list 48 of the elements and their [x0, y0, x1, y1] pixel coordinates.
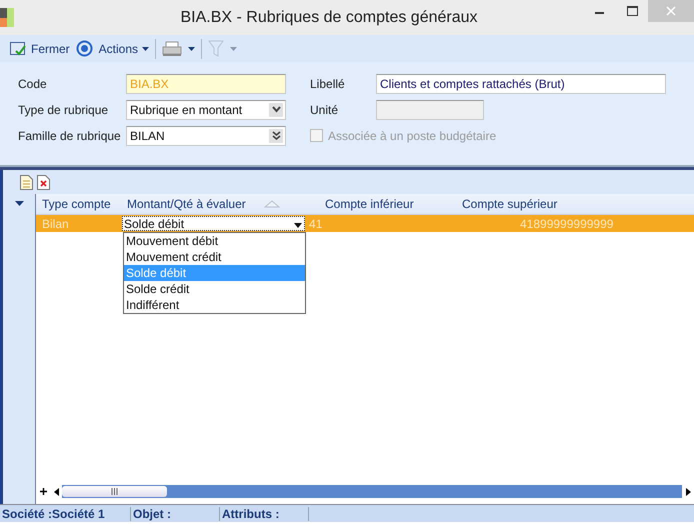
row-selector-caret-icon — [14, 201, 24, 206]
input-field[interactable]: Clients et comptes rattachés (Brut) — [376, 74, 666, 94]
column-header[interactable]: Compte supérieur — [462, 197, 558, 211]
new-document-icon[interactable] — [20, 174, 33, 190]
table-row[interactable]: Bilan Solde débit 41 41899999999999 — [36, 215, 694, 232]
scroll-right-icon[interactable] — [686, 488, 690, 496]
column-header[interactable]: Type compte — [42, 197, 111, 211]
actions-menu[interactable]: Actions — [98, 42, 150, 56]
app-icon — [0, 8, 14, 27]
field-label: Type de rubrique — [18, 102, 110, 116]
field-label: Famille de rubrique — [18, 128, 122, 142]
horizontal-scrollbar[interactable] — [36, 485, 694, 498]
status-text: Société :Société 1 — [0, 506, 131, 520]
dropdown-option[interactable]: Mouvement crédit — [124, 249, 305, 265]
status-text: Objet : — [131, 506, 220, 520]
dropdown-field[interactable]: BILAN — [126, 126, 286, 146]
caret-icon — [294, 222, 302, 228]
dropdown-option[interactable]: Mouvement débit — [124, 233, 305, 249]
table-cell: Bilan — [42, 216, 69, 230]
column-header[interactable]: Compte inférieur — [325, 197, 414, 211]
radio-target-icon[interactable] — [76, 40, 93, 57]
window-check-icon — [10, 40, 27, 56]
close-button[interactable]: Fermer — [10, 40, 70, 56]
table-cell-text: 41 — [308, 216, 322, 230]
chevron-down-icon — [272, 105, 280, 114]
dropdown-option[interactable]: Solde crédit — [124, 281, 305, 297]
dropdown-field[interactable]: Solde débit — [122, 216, 305, 231]
window-title: BIA.BX - Rubriques de comptes généraux — [179, 8, 479, 26]
double-chevron-down-icon — [272, 131, 280, 140]
field-label: Code — [18, 76, 48, 90]
scroll-left-icon[interactable] — [54, 488, 58, 496]
field-label: Libellé — [310, 76, 346, 90]
field-label: Unité — [310, 102, 340, 116]
close-icon — [666, 6, 676, 16]
grip-icon — [111, 488, 118, 495]
caret-icon — [142, 46, 150, 50]
caret-icon[interactable] — [188, 46, 196, 50]
input-field[interactable] — [376, 100, 484, 120]
maximize-icon — [626, 6, 638, 16]
dropdown-field[interactable]: Rubrique en montant — [126, 100, 286, 120]
plus-icon — [40, 488, 46, 495]
status-text: Attributs : — [220, 506, 309, 520]
checkbox-label: Associée à un poste budgétaire — [328, 128, 496, 142]
table-cell-text: 41899999999999 — [519, 216, 614, 230]
dropdown-option[interactable]: Indifférent — [124, 297, 305, 313]
column-header[interactable]: Montant/Qté à évaluer — [127, 197, 246, 211]
printer-icon[interactable] — [162, 40, 182, 56]
delete-document-icon[interactable] — [37, 174, 50, 190]
